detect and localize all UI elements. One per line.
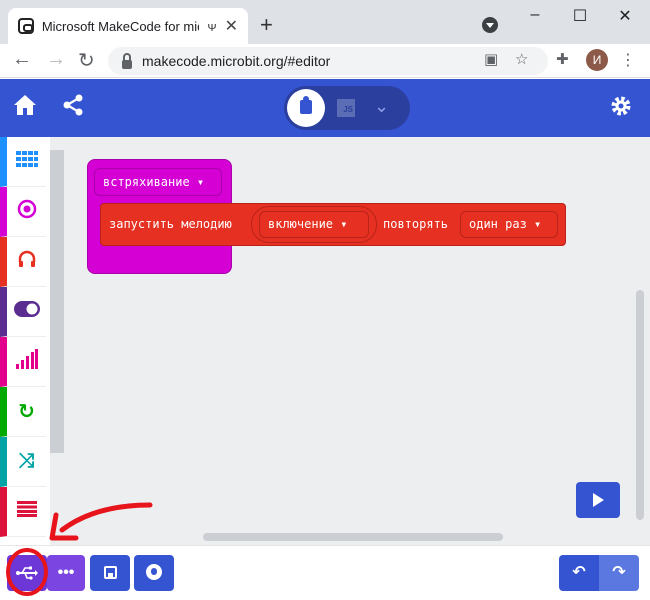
forward-arrow-icon[interactable]: →: [46, 48, 66, 71]
undo-button[interactable]: ↶: [559, 555, 599, 591]
bookmark-star-icon[interactable]: ☆: [515, 50, 528, 68]
redo-button[interactable]: ↷: [599, 555, 639, 591]
grid-icon: [15, 150, 38, 173]
shuffle-icon: ⤨: [18, 450, 35, 472]
workspace-horizontal-scrollbar[interactable]: [203, 533, 503, 541]
headphones-icon: [17, 249, 37, 275]
save-disk-icon: [103, 566, 117, 579]
puzzle-icon: [300, 96, 312, 114]
category-radio[interactable]: [0, 337, 46, 387]
maximize-button[interactable]: ☐: [565, 6, 595, 26]
loop-icon: ↻: [18, 401, 35, 423]
makecode-favicon-icon: [18, 18, 34, 34]
category-logic[interactable]: ⤨: [0, 437, 46, 487]
category-variables[interactable]: [0, 487, 46, 537]
javascript-mode-button[interactable]: JS: [337, 99, 355, 117]
github-icon: [146, 564, 162, 580]
melody-dropdown[interactable]: включение ▾: [259, 211, 369, 238]
back-arrow-icon[interactable]: ←: [12, 48, 32, 71]
github-button[interactable]: [134, 555, 174, 591]
browser-tab[interactable]: Microsoft MakeCode for micro:bit ᴪ ✕: [8, 8, 248, 44]
chevron-down-icon[interactable]: ⌄: [374, 96, 389, 117]
browser-menu-icon[interactable]: ⋮: [620, 50, 636, 70]
tab-title: Microsoft MakeCode for micro:bit: [41, 18, 200, 34]
blocks-mode-button[interactable]: [287, 89, 325, 127]
download-button[interactable]: [7, 555, 47, 591]
url-text: makecode.microbit.org/#editor: [142, 53, 331, 69]
toggle-icon: [13, 300, 40, 323]
new-tab-button[interactable]: +: [260, 12, 273, 38]
extensions-icon[interactable]: ✚: [556, 50, 569, 68]
run-simulator-button[interactable]: [576, 482, 620, 518]
settings-gear-icon[interactable]: [609, 94, 633, 124]
lines-icon: [16, 500, 37, 523]
address-bar[interactable]: makecode.microbit.org/#editor: [108, 47, 548, 75]
toolbox: ↻ ⤨: [0, 137, 50, 545]
minimize-button[interactable]: –: [520, 6, 550, 24]
save-button[interactable]: [90, 555, 130, 591]
tab-close-icon[interactable]: ✕: [225, 16, 238, 36]
close-window-button[interactable]: ✕: [610, 6, 640, 26]
tab-search-icon[interactable]: [482, 17, 498, 33]
usb-icon: ᴪ: [207, 18, 217, 34]
more-options-button[interactable]: •••: [47, 555, 85, 591]
category-basic[interactable]: [0, 137, 46, 187]
workspace-vertical-scrollbar[interactable]: [636, 290, 644, 520]
makecode-header: JS ⌄: [0, 79, 650, 137]
reload-icon[interactable]: ↻: [78, 48, 95, 73]
editor-bottom-bar: ••• ↶ ↷: [0, 545, 650, 600]
category-loops[interactable]: ↻: [0, 387, 46, 437]
browser-tabstrip: Microsoft MakeCode for micro:bit ᴪ ✕ + –…: [0, 0, 650, 44]
category-music[interactable]: [0, 237, 46, 287]
category-input[interactable]: [0, 187, 46, 237]
home-icon[interactable]: [13, 94, 37, 122]
category-led[interactable]: [0, 287, 46, 337]
toolbox-scrollbar[interactable]: [50, 150, 64, 453]
signal-icon: [15, 348, 38, 375]
profile-avatar[interactable]: И: [586, 49, 608, 71]
repeat-dropdown[interactable]: один раз ▾: [460, 211, 558, 238]
editor-toggle: JS ⌄: [284, 86, 410, 130]
play-melody-label: запустить мелодию: [109, 217, 232, 231]
gesture-dropdown[interactable]: встряхивание ▾: [94, 168, 222, 196]
lock-icon: [122, 52, 132, 69]
browser-toolbar: ← → ↻ makecode.microbit.org/#editor ▣ ☆ …: [0, 44, 650, 78]
repeat-label: повторять: [383, 217, 449, 231]
share-icon[interactable]: [62, 94, 84, 122]
translate-icon[interactable]: ▣: [484, 50, 498, 68]
target-icon: [17, 199, 37, 225]
